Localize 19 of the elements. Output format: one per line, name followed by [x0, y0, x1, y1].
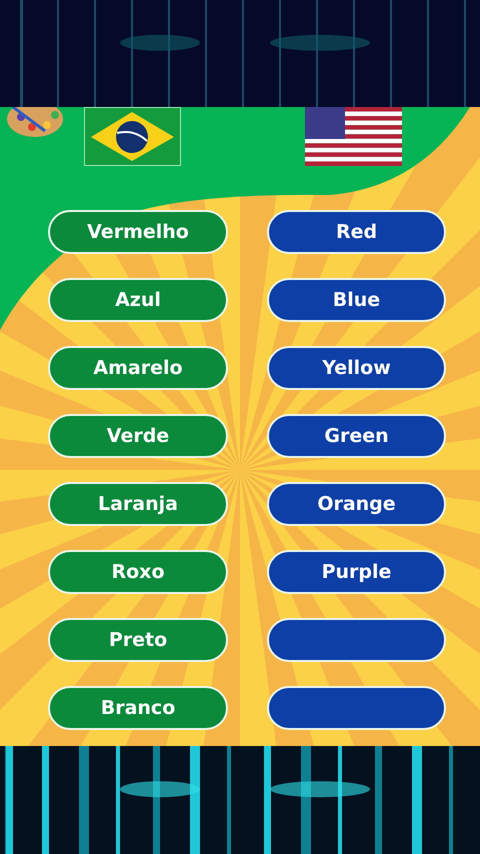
usa-flag-icon [305, 107, 402, 166]
word-button[interactable]: Orange [267, 482, 446, 526]
word-button[interactable]: Roxo [48, 550, 228, 594]
word-button[interactable]: Red [267, 210, 446, 254]
word-button[interactable]: Blue [267, 278, 446, 322]
word-button[interactable]: Purple [267, 550, 446, 594]
word-button[interactable]: Branco [48, 686, 228, 730]
word-button[interactable]: Amarelo [48, 346, 228, 390]
word-button[interactable]: Azul [48, 278, 228, 322]
paint-palette-icon [5, 107, 65, 139]
brazil-flag-icon [84, 107, 181, 166]
word-button[interactable]: Verde [48, 414, 228, 458]
word-button[interactable]: Yellow [267, 346, 446, 390]
empty-answer-slot[interactable] [267, 686, 446, 730]
word-button[interactable]: Laranja [48, 482, 228, 526]
empty-answer-slot[interactable] [267, 618, 446, 662]
word-button[interactable]: Vermelho [48, 210, 228, 254]
word-button[interactable]: Preto [48, 618, 228, 662]
word-button[interactable]: Green [267, 414, 446, 458]
